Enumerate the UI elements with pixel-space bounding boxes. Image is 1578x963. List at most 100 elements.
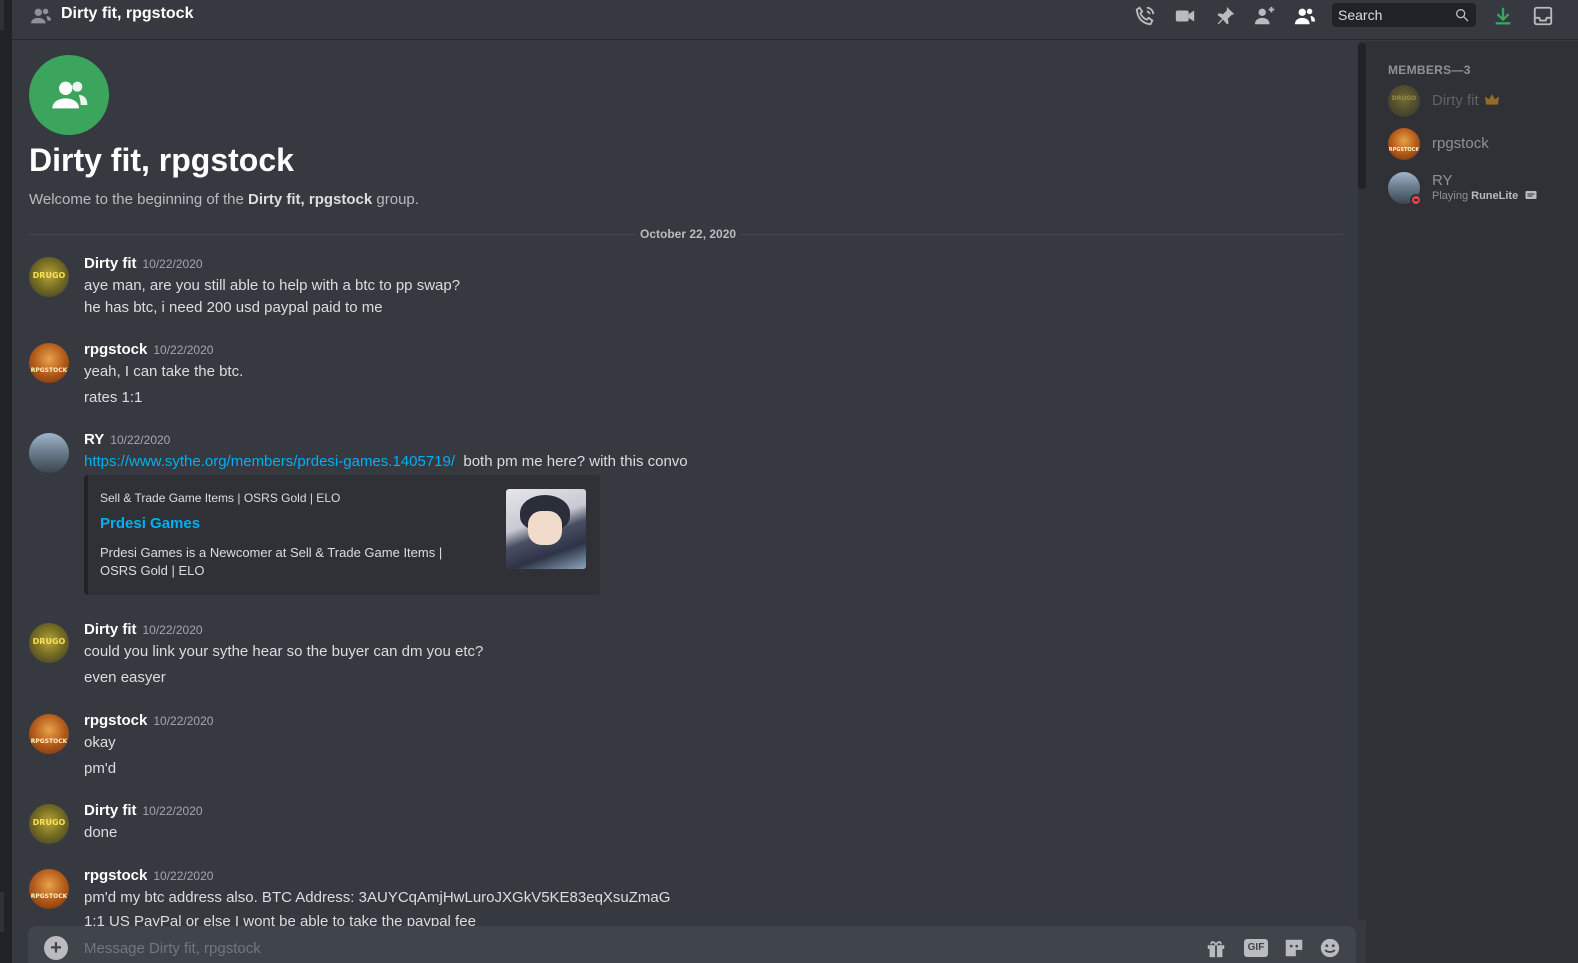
- smile-emoji-icon: [1320, 938, 1340, 958]
- do-not-disturb-status-icon: [1410, 194, 1422, 206]
- message-text: aye man, are you still able to help with…: [84, 277, 461, 294]
- message-timestamp: 10/22/2020: [153, 714, 214, 728]
- sticker-picker-button[interactable]: [1282, 936, 1306, 960]
- member-name-text: Dirty fit: [1432, 92, 1479, 109]
- search-box: [1332, 3, 1476, 27]
- avatar[interactable]: DRUGO: [29, 623, 69, 663]
- member-name: rpgstock: [1432, 135, 1489, 152]
- message-text-after-link: both pm me here? with this convo: [463, 453, 688, 470]
- group-avatar: [29, 55, 109, 135]
- author-name: rpgstock: [84, 712, 148, 729]
- channel-title: Dirty fit, rpgstock: [61, 5, 194, 22]
- member-item[interactable]: RY Playing RuneLite: [1388, 172, 1578, 212]
- message-author[interactable]: RY 10/22/2020: [84, 431, 170, 448]
- author-name: rpgstock: [84, 341, 148, 358]
- message-author[interactable]: Dirty fit 10/22/2020: [84, 802, 203, 819]
- owner-crown-icon: [1484, 94, 1499, 105]
- rail-segment: [0, 892, 4, 932]
- member-item[interactable]: RPGSTOCK rpgstock: [1388, 128, 1578, 168]
- gift-button[interactable]: [1204, 936, 1228, 960]
- member-list-header: MEMBERS—3: [1388, 63, 1471, 77]
- welcome-suffix: group.: [372, 191, 419, 208]
- message-scrollbar[interactable]: [1358, 41, 1366, 921]
- start-voice-call-button[interactable]: [1133, 4, 1157, 28]
- avatar[interactable]: DRUGO: [29, 257, 69, 297]
- member-avatar: RPGSTOCK: [1388, 128, 1420, 160]
- scrollbar-thumb[interactable]: [1358, 43, 1366, 189]
- sticker-icon: [1285, 939, 1303, 957]
- channel-header: Dirty fit, rpgstock: [12, 0, 1578, 40]
- inbox-button[interactable]: [1531, 4, 1555, 28]
- inbox-icon: [1533, 6, 1553, 26]
- discord-window: Dirty fit, rpgstock Dir: [0, 0, 1578, 963]
- pinned-messages-button[interactable]: [1213, 4, 1237, 28]
- message-text: rates 1:1: [84, 389, 143, 406]
- avatar-text: DRUGO: [32, 271, 66, 280]
- avatar[interactable]: RPGSTOCK: [29, 714, 69, 754]
- message-author[interactable]: Dirty fit 10/22/2020: [84, 621, 203, 638]
- avatar[interactable]: DRUGO: [29, 804, 69, 844]
- message-timestamp: 10/22/2020: [142, 257, 203, 271]
- message-author[interactable]: rpgstock 10/22/2020: [84, 341, 213, 358]
- avatar[interactable]: RPGSTOCK: [29, 343, 69, 383]
- emoji-picker-button[interactable]: [1318, 936, 1342, 960]
- member-name: RY: [1432, 172, 1453, 189]
- search-input[interactable]: [1332, 3, 1452, 27]
- upload-plus-button[interactable]: +: [44, 936, 68, 960]
- avatar-text: RPGSTOCK: [30, 893, 68, 900]
- group-dm-icon: [30, 8, 52, 24]
- avatar[interactable]: [29, 433, 69, 473]
- message-timestamp: 10/22/2020: [142, 623, 203, 637]
- author-name: Dirty fit: [84, 802, 137, 819]
- author-name: Dirty fit: [84, 255, 137, 272]
- embed-title-link[interactable]: Prdesi Games: [100, 515, 200, 532]
- member-list-toggle[interactable]: [1293, 4, 1317, 28]
- group-icon: [52, 81, 88, 109]
- embed-thumbnail[interactable]: [506, 489, 586, 569]
- message-input[interactable]: [84, 936, 1184, 960]
- download-icon: [1495, 7, 1511, 25]
- avatar-text: RPGSTOCK: [30, 367, 68, 374]
- game-controller-icon: [1525, 191, 1537, 199]
- start-video-call-button[interactable]: [1173, 4, 1197, 28]
- message-text: https://www.sythe.org/members/prdesi-gam…: [84, 453, 688, 470]
- activity-game: RuneLite: [1471, 190, 1519, 202]
- welcome-prefix: Welcome to the beginning of the: [29, 191, 249, 208]
- message-author[interactable]: rpgstock 10/22/2020: [84, 712, 213, 729]
- message-timestamp: 10/22/2020: [153, 869, 214, 883]
- phone-call-icon: [1135, 6, 1155, 26]
- message-text: pm'd my btc address also. BTC Address: 3…: [84, 889, 671, 906]
- add-friends-to-dm-button[interactable]: [1253, 4, 1277, 28]
- welcome-group-name: Dirty fit, rpgstock: [248, 191, 373, 208]
- message-composer: + GIF: [28, 926, 1356, 963]
- rail-segment: [0, 0, 4, 30]
- members-icon: [1294, 8, 1316, 25]
- message-text: pm'd: [84, 760, 117, 777]
- embed-provider: Sell & Trade Game Items | OSRS Gold | EL…: [100, 491, 341, 505]
- avatar-text: DRUGO: [1391, 95, 1417, 102]
- message-author[interactable]: Dirty fit 10/22/2020: [84, 255, 203, 272]
- message-text: he has btc, i need 200 usd paypal paid t…: [84, 299, 383, 316]
- avatar-text: RPGSTOCK: [30, 738, 68, 745]
- member-item[interactable]: DRUGO Dirty fit: [1388, 85, 1578, 125]
- gif-picker-button[interactable]: GIF: [1244, 936, 1268, 960]
- message-text: even easyer: [84, 669, 166, 686]
- member-name: Dirty fit: [1432, 92, 1499, 109]
- embed-description: Prdesi Games is a Newcomer at Sell & Tra…: [100, 545, 443, 578]
- message-author[interactable]: rpgstock 10/22/2020: [84, 867, 213, 884]
- gif-icon: GIF: [1244, 939, 1268, 957]
- avatar-text: RPGSTOCK: [1388, 147, 1420, 153]
- message-text: yeah, I can take the btc.: [84, 363, 244, 380]
- member-activity: Playing RuneLite: [1432, 190, 1537, 202]
- video-camera-icon: [1175, 10, 1195, 22]
- download-apps-button[interactable]: [1491, 4, 1515, 28]
- avatar[interactable]: RPGSTOCK: [29, 869, 69, 909]
- member-list: MEMBERS—3 DRUGO Dirty fit RPGSTOCK rpgst…: [1366, 41, 1578, 963]
- message-link[interactable]: https://www.sythe.org/members/prdesi-gam…: [84, 453, 455, 470]
- message-list[interactable]: Dirty fit, rpgstock Welcome to the begin…: [12, 41, 1356, 963]
- welcome-title: Dirty fit, rpgstock: [29, 142, 294, 178]
- avatar-text: DRUGO: [32, 637, 66, 646]
- server-rail-edge: [0, 0, 12, 963]
- message-timestamp: 10/22/2020: [142, 804, 203, 818]
- add-user-icon: [1254, 6, 1275, 25]
